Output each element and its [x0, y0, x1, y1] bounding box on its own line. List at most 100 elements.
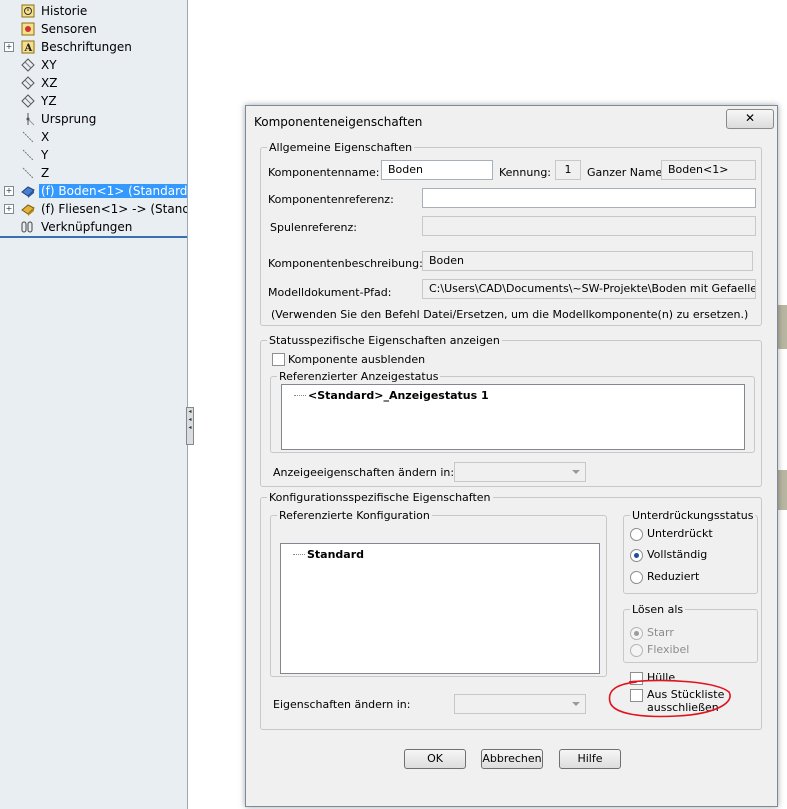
component-name-input[interactable]: Boden	[381, 160, 493, 180]
tree-item-label: (f) Fliesen<1> -> (Standard-	[41, 202, 187, 216]
model-path-field: C:\Users\CAD\Documents\~SW-Projekte\Bode…	[422, 279, 756, 299]
properties-change-label: Eigenschaften ändern in:	[273, 698, 411, 711]
mates-icon	[20, 219, 35, 234]
solve-as-group: Lösen als	[623, 603, 758, 663]
tree-item-plane-xz[interactable]: XZ	[0, 74, 187, 92]
help-button[interactable]: Hilfe	[559, 749, 621, 769]
tree-item-annotations[interactable]: + A Beschriftungen	[0, 38, 187, 56]
tree-item-label: XZ	[41, 76, 58, 90]
plane-icon	[20, 57, 35, 72]
list-item[interactable]: Standard	[307, 548, 364, 561]
tree-item-sensors[interactable]: Sensoren	[0, 20, 187, 38]
expand-icon[interactable]: +	[4, 42, 14, 52]
tree-item-axis-x[interactable]: X	[0, 128, 187, 146]
display-state-list[interactable]: <Standard>_Anzeigestatus 1	[281, 384, 745, 450]
flexible-label: Flexibel	[647, 643, 690, 656]
display-properties-change-select[interactable]	[454, 462, 586, 482]
tree-item-label: Verknüpfungen	[41, 220, 133, 234]
dialog-title: Komponenteneigenschaften	[254, 115, 423, 129]
group-legend: Referenzierter Anzeigestatus	[279, 370, 439, 383]
part-icon	[20, 183, 35, 198]
dialog-titlebar[interactable]: Komponenteneigenschaften ✕	[246, 106, 777, 136]
panel-splitter-handle[interactable]: ◂ ◂ ◂	[186, 407, 194, 445]
close-button[interactable]: ✕	[726, 109, 774, 129]
component-name-label: Komponentenname:	[268, 166, 380, 179]
plane-icon	[20, 93, 35, 108]
configuration-list[interactable]: Standard	[280, 543, 600, 674]
tree-item-label: Sensoren	[41, 22, 97, 36]
origin-icon	[20, 111, 35, 126]
tree-item-label: XY	[41, 58, 57, 72]
tree-item-label: Z	[41, 166, 50, 180]
part-icon	[20, 201, 35, 216]
resolved-radio[interactable]	[630, 549, 643, 562]
plane-icon	[20, 75, 35, 90]
tree-item-label: Ursprung	[41, 112, 97, 126]
axis-icon	[20, 165, 35, 180]
tree-item-plane-yz[interactable]: YZ	[0, 92, 187, 110]
axis-icon	[20, 147, 35, 162]
ok-button[interactable]: OK	[404, 749, 466, 769]
list-item[interactable]: <Standard>_Anzeigestatus 1	[308, 389, 489, 402]
chevron-down-icon	[572, 470, 580, 474]
history-icon	[20, 3, 35, 18]
tree-item-axis-y[interactable]: Y	[0, 146, 187, 164]
group-legend: Referenzierte Konfiguration	[279, 509, 430, 522]
id-field: 1	[555, 160, 581, 180]
component-description-field: Boden	[422, 251, 753, 271]
close-icon: ✕	[744, 111, 756, 125]
component-reference-input[interactable]	[422, 188, 756, 208]
tree-item-boden[interactable]: + (f) Boden<1> (Standard<<S	[0, 182, 187, 200]
tree-divider	[0, 236, 187, 238]
tree-item-axis-z[interactable]: Z	[0, 164, 187, 182]
flexible-radio[interactable]	[630, 644, 643, 657]
group-legend: Lösen als	[632, 603, 684, 616]
component-description-label: Komponentenbeschreibung:	[268, 257, 423, 270]
tree-item-fliesen[interactable]: + (f) Fliesen<1> -> (Standard-	[0, 200, 187, 218]
expand-icon[interactable]: +	[4, 186, 14, 196]
cancel-button[interactable]: Abbrechen	[481, 749, 543, 769]
tree-item-label: Beschriftungen	[41, 40, 132, 54]
envelope-checkbox[interactable]	[630, 672, 643, 685]
display-properties-change-label: Anzeigeeigenschaften ändern in:	[273, 466, 455, 479]
component-reference-label: Komponentenreferenz:	[268, 193, 394, 206]
exclude-from-bom-checkbox[interactable]	[630, 689, 643, 702]
tree-item-label: X	[41, 130, 50, 144]
tree-item-mates[interactable]: Verknüpfungen	[0, 218, 187, 236]
coil-reference-label: Spulenreferenz:	[270, 221, 357, 234]
suppressed-label: Unterdrückt	[647, 527, 713, 540]
tree-item-label: Historie	[41, 4, 88, 18]
full-name-field: Boden<1>	[661, 160, 756, 180]
expand-icon[interactable]: +	[4, 204, 14, 214]
envelope-label: Hülle	[647, 671, 676, 684]
axis-icon	[20, 129, 35, 144]
hide-component-label: Komponente ausblenden	[288, 353, 426, 366]
suppressed-radio[interactable]	[630, 528, 643, 541]
properties-change-select[interactable]	[454, 694, 586, 714]
group-legend: Unterdrückungsstatus	[632, 509, 754, 522]
exclude-from-bom-label: Aus Stückliste ausschließen	[647, 688, 725, 714]
group-legend: Konfigurationsspezifische Eigenschaften	[269, 491, 491, 504]
tree-item-history[interactable]: Historie	[0, 2, 187, 20]
resolved-label: Vollständig	[647, 548, 708, 561]
model-path-label: Modelldokument-Pfad:	[268, 286, 392, 299]
replace-hint-text: (Verwenden Sie den Befehl Datei/Ersetzen…	[271, 308, 749, 321]
svg-text:A: A	[23, 43, 32, 54]
annotation-icon: A	[20, 39, 35, 54]
group-legend: Statusspezifische Eigenschaften anzeigen	[269, 334, 500, 347]
lightweight-radio[interactable]	[630, 571, 643, 584]
lightweight-label: Reduziert	[647, 570, 700, 583]
component-properties-dialog: Komponenteneigenschaften ✕ Allgemeine Ei…	[245, 105, 778, 807]
rigid-label: Starr	[647, 626, 674, 639]
rigid-radio[interactable]	[630, 627, 643, 640]
hide-component-checkbox[interactable]	[272, 353, 285, 366]
chevron-down-icon	[572, 702, 580, 706]
coil-reference-field	[422, 216, 756, 236]
tree-item-label: Y	[41, 148, 49, 162]
tree-item-plane-xy[interactable]: XY	[0, 56, 187, 74]
feature-tree: Historie Sensoren + A Beschriftungen XY …	[0, 0, 188, 809]
tree-item-label: YZ	[41, 94, 57, 108]
tree-item-label: (f) Boden<1> (Standard<<S	[39, 184, 187, 198]
full-name-label: Ganzer Name:	[587, 166, 666, 179]
tree-item-origin[interactable]: Ursprung	[0, 110, 187, 128]
